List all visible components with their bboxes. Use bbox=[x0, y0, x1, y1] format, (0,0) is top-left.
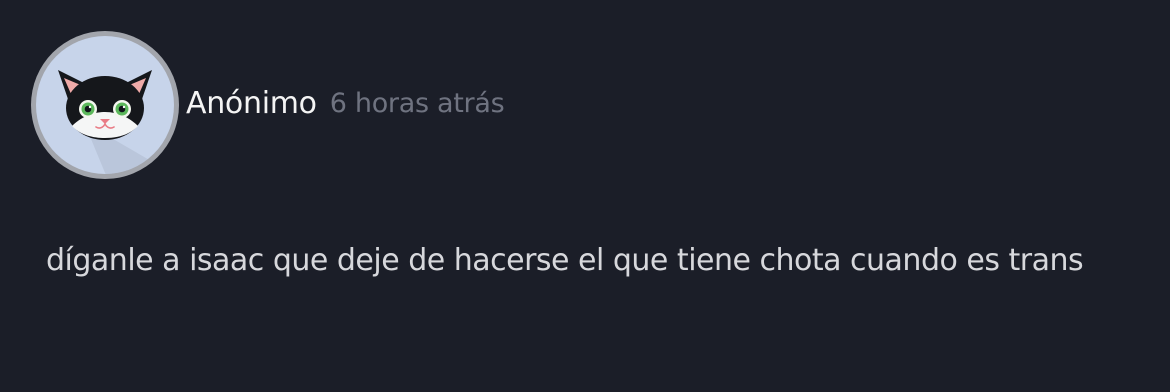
author-name[interactable]: Anónimo bbox=[186, 86, 317, 121]
avatar[interactable] bbox=[30, 30, 180, 180]
post-message: díganle a isaac que deje de hacerse el q… bbox=[46, 243, 1084, 278]
post-timestamp: 6 horas atrás bbox=[329, 87, 505, 119]
post-header: Anónimo 6 horas atrás bbox=[186, 78, 505, 128]
anonymous-post: Anónimo 6 horas atrás díganle a isaac qu… bbox=[0, 0, 1170, 392]
cat-avatar-icon bbox=[31, 31, 179, 179]
